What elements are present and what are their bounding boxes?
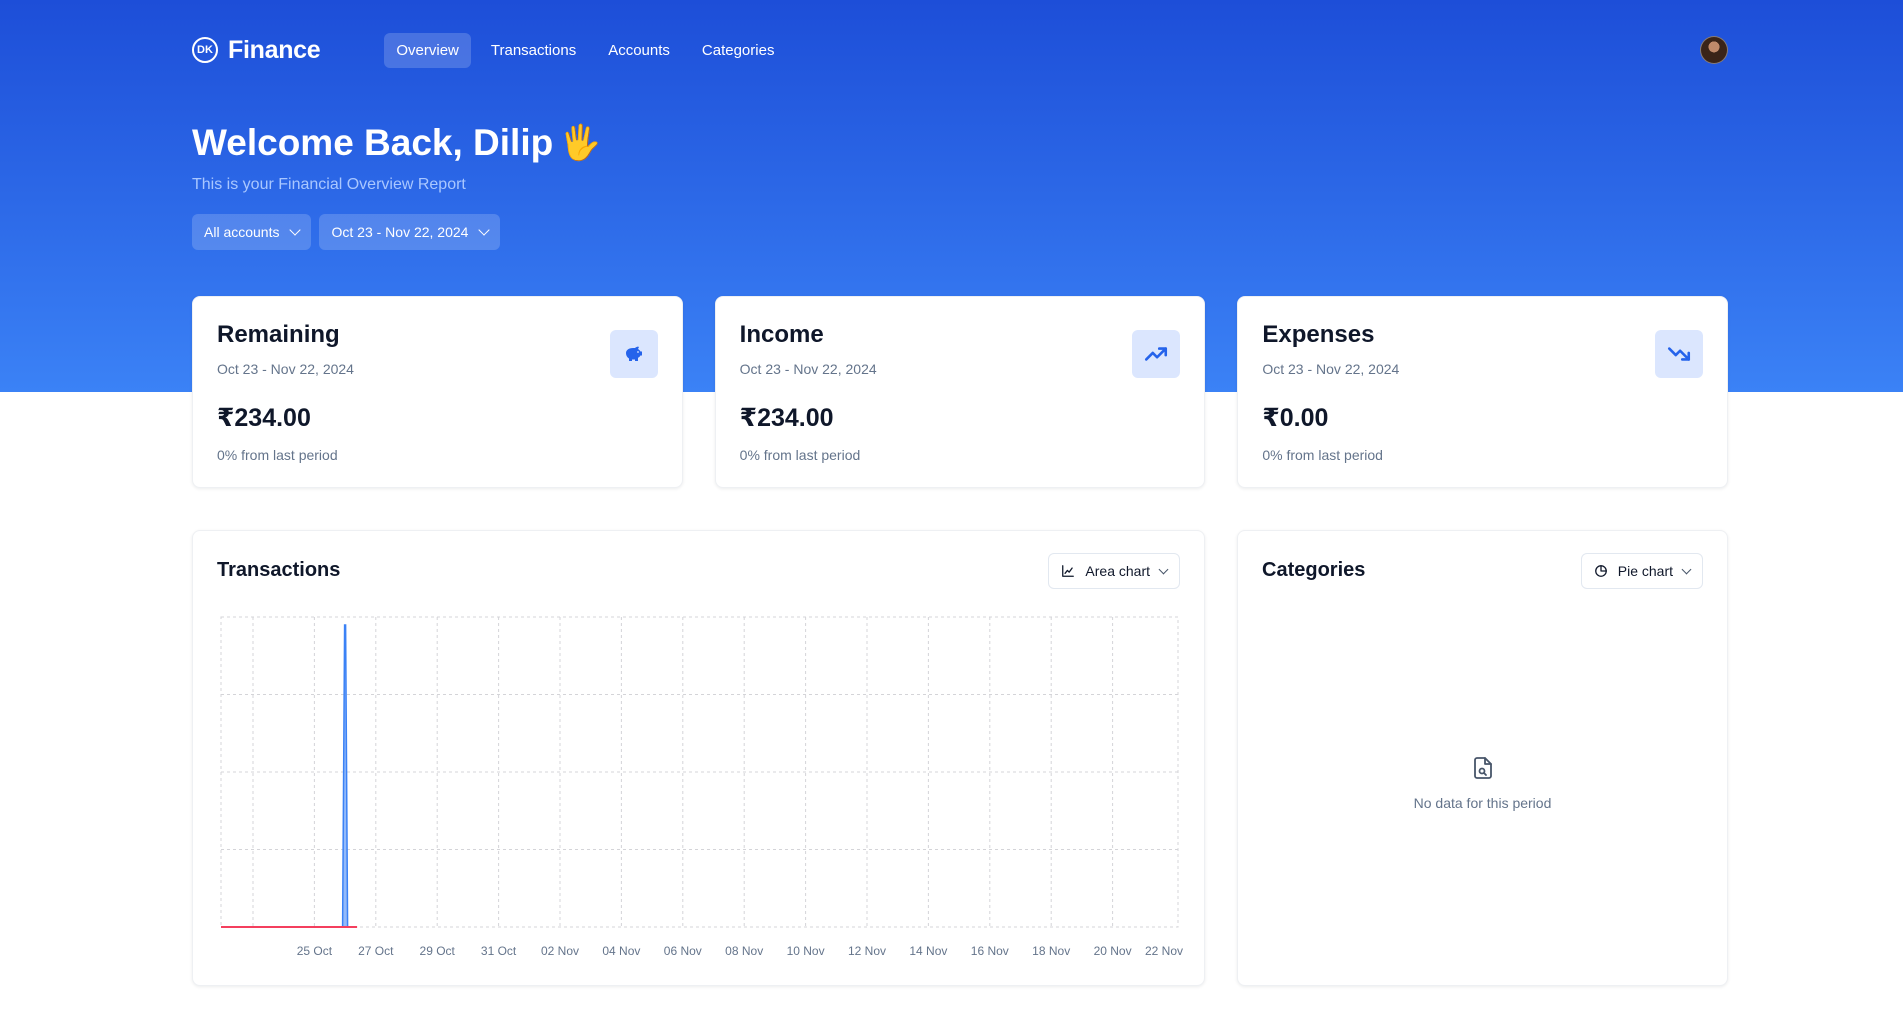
- nav-overview[interactable]: Overview: [384, 32, 471, 68]
- category-chart-type-label: Pie chart: [1617, 563, 1673, 579]
- app-name: Finance: [228, 35, 321, 64]
- trending-down-icon: [1655, 330, 1704, 378]
- transactions-area-chart: 25 Oct 27 Oct 29 Oct 31 Oct 02 Nov 04 Nov 06 N…: [220, 616, 1183, 958]
- welcome-subtitle: This is your Financial Overview Report: [192, 176, 466, 193]
- x-tick-label: 02 Nov: [541, 944, 579, 958]
- stat-title: Expenses: [1262, 321, 1375, 348]
- chevron-down-icon: [478, 224, 491, 236]
- stat-value: ₹234.00: [217, 404, 311, 432]
- trending-up-icon: [1132, 330, 1181, 378]
- empty-state-text: No data for this period: [1413, 795, 1552, 811]
- income-card: Income Oct 23 - Nov 22, 2024 ₹234.00 0% …: [714, 296, 1206, 488]
- nav-accounts[interactable]: Accounts: [596, 33, 682, 68]
- stat-change: 0% from last period: [217, 447, 338, 463]
- x-tick-label: 10 Nov: [787, 944, 825, 958]
- stat-change: 0% from last period: [1262, 447, 1383, 463]
- stat-value: ₹0.00: [1262, 404, 1329, 432]
- chevron-down-icon: [289, 224, 302, 236]
- account-filter-select[interactable]: All accounts: [192, 214, 312, 250]
- main-nav: Overview Transactions Accounts Categorie…: [384, 32, 787, 68]
- date-range-filter-select[interactable]: Oct 23 - Nov 22, 2024: [319, 214, 501, 250]
- x-tick-label: 31 Oct: [481, 944, 517, 958]
- x-tick-label: 20 Nov: [1094, 944, 1132, 958]
- x-tick-label: 04 Nov: [602, 944, 640, 958]
- x-tick-label: 25 Oct: [297, 944, 333, 958]
- logo-mark-icon: DK: [192, 37, 218, 63]
- x-tick-label: 22 Nov: [1145, 944, 1183, 958]
- x-tick-label: 16 Nov: [971, 944, 1009, 958]
- income-series-area: [341, 624, 349, 928]
- welcome-title: Welcome Back, Dilip: [192, 122, 554, 163]
- top-navigation: DK Finance Overview Transactions Account…: [192, 32, 1728, 68]
- x-tick-label: 27 Oct: [358, 944, 394, 958]
- account-filter-label: All accounts: [204, 224, 280, 240]
- x-tick-label: 12 Nov: [848, 944, 886, 958]
- stat-value: ₹234.00: [739, 404, 834, 432]
- waving-hand-icon: 🖐: [559, 124, 602, 162]
- stat-title: Income: [739, 321, 824, 348]
- filters: All accounts Oct 23 - Nov 22, 2024: [192, 214, 1728, 250]
- chart-grid-frame: [220, 616, 1179, 928]
- chevron-down-icon: [1681, 564, 1692, 574]
- x-tick-label: 06 Nov: [664, 944, 702, 958]
- stat-range: Oct 23 - Nov 22, 2024: [1262, 361, 1400, 377]
- x-tick-label: 18 Nov: [1032, 944, 1070, 958]
- nav-categories[interactable]: Categories: [690, 33, 787, 68]
- stat-range: Oct 23 - Nov 22, 2024: [217, 361, 354, 377]
- user-avatar[interactable]: [1700, 36, 1728, 64]
- x-tick-label: 14 Nov: [909, 944, 947, 958]
- x-tick-label: 08 Nov: [725, 944, 763, 958]
- categories-title: Categories: [1262, 559, 1366, 581]
- stat-range: Oct 23 - Nov 22, 2024: [739, 361, 877, 377]
- stat-cards: Remaining Oct 23 - Nov 22, 2024 ₹234.00 …: [192, 296, 1729, 488]
- expenses-card: Expenses Oct 23 - Nov 22, 2024 ₹0.00 0% …: [1237, 296, 1729, 488]
- welcome-section: Welcome Back, Dilip 🖐 This is your Finan…: [192, 122, 1728, 250]
- transactions-card: Transactions Area chart 25 Oct 27 Oct 29 O…: [192, 530, 1205, 986]
- category-chart-type-select[interactable]: Pie chart: [1580, 553, 1703, 589]
- lower-section: Transactions Area chart 25 Oct 27 Oct 29 O…: [192, 530, 1728, 986]
- piggy-bank-icon: [609, 330, 658, 378]
- date-range-label: Oct 23 - Nov 22, 2024: [331, 224, 469, 240]
- file-search-icon: [1473, 757, 1492, 779]
- empty-state: No data for this period: [1238, 756, 1727, 811]
- categories-card: Categories Pie chart No data for this pe…: [1237, 530, 1728, 986]
- nav-transactions[interactable]: Transactions: [479, 33, 588, 68]
- stat-title: Remaining: [217, 321, 340, 348]
- pie-chart-icon: [1594, 565, 1607, 577]
- app-logo[interactable]: DK Finance: [192, 35, 321, 65]
- x-tick-label: 29 Oct: [420, 944, 456, 958]
- stat-change: 0% from last period: [739, 447, 861, 463]
- welcome-heading: Welcome Back, Dilip 🖐: [192, 122, 1728, 164]
- remaining-card: Remaining Oct 23 - Nov 22, 2024 ₹234.00 …: [192, 296, 683, 488]
